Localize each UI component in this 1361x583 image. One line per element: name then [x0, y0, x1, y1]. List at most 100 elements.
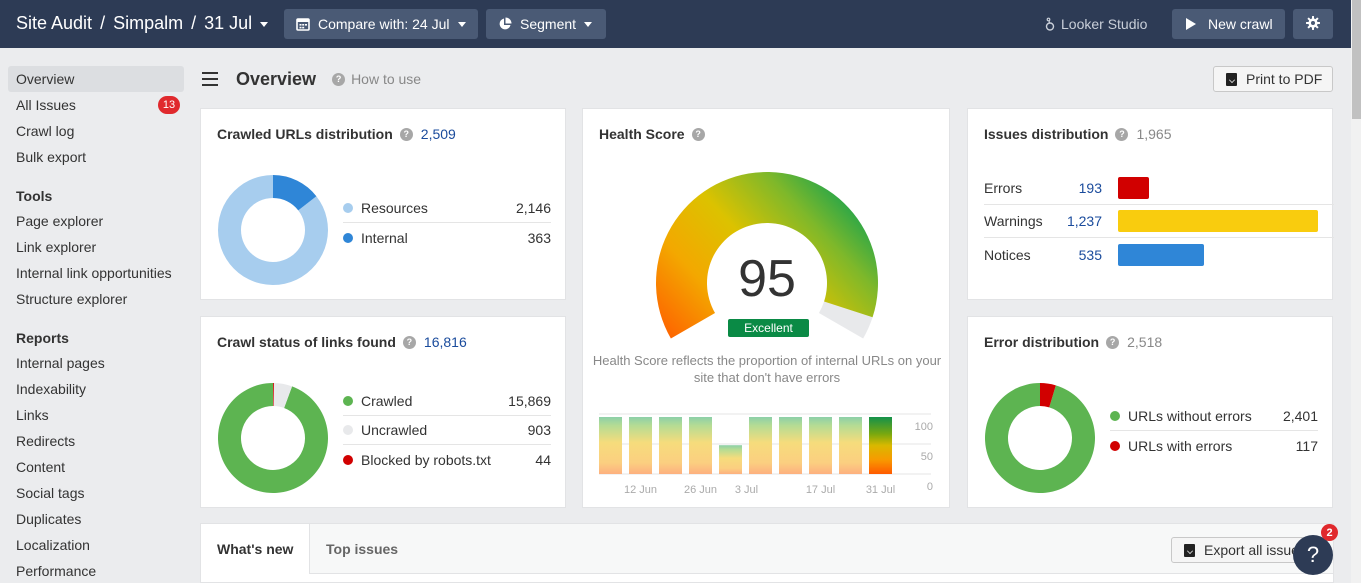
sidebar-item-content[interactable]: Content: [8, 454, 184, 480]
history-bar[interactable]: [659, 417, 682, 474]
breadcrumb-separator: /: [100, 13, 106, 33]
issues-value[interactable]: 1,237: [1048, 213, 1102, 229]
info-icon[interactable]: ?: [1115, 127, 1129, 141]
history-bar[interactable]: [869, 417, 892, 474]
compare-with-button[interactable]: Compare with: 24 Jul: [284, 9, 478, 39]
sidebar-item-label: Page explorer: [16, 213, 104, 229]
legend-dot: [1110, 440, 1120, 451]
sidebar-item-label: Localization: [16, 537, 90, 553]
sidebar-item-internal-pages[interactable]: Internal pages: [8, 350, 184, 376]
play-icon: [1186, 18, 1196, 30]
sidebar-item-link-explorer[interactable]: Link explorer: [8, 234, 184, 260]
sidebar-item-redirects[interactable]: Redirects: [8, 428, 184, 454]
history-bar[interactable]: [749, 417, 772, 474]
legend-label: Blocked by robots.txt: [361, 451, 491, 468]
new-crawl-label: New crawl: [1208, 16, 1273, 32]
sidebar-item-label: Structure explorer: [16, 291, 128, 307]
history-bar[interactable]: [689, 417, 712, 474]
card-title: Crawled URLs distribution? 2,509: [217, 126, 456, 142]
error-distribution-card: Error distribution? 2,518 URLs without er…: [967, 316, 1333, 508]
issues-value[interactable]: 193: [1048, 180, 1102, 196]
sidebar-item-label: Link explorer: [16, 239, 97, 255]
page-header: Overview ? How to use: [200, 64, 421, 94]
segment-button[interactable]: Segment: [486, 9, 606, 39]
page-scrollbar[interactable]: [1351, 0, 1361, 583]
sidebar-item-bulk-export[interactable]: Bulk export: [8, 144, 184, 170]
legend-dot: [343, 203, 353, 213]
issues-bar-errors: [1118, 177, 1150, 199]
info-icon[interactable]: ?: [399, 127, 413, 141]
new-crawl-button[interactable]: New crawl: [1172, 9, 1285, 39]
legend-row-resources[interactable]: Resources 2,146: [343, 194, 551, 223]
sidebar-heading-reports: Reports: [16, 330, 69, 346]
sidebar-item-localization[interactable]: Localization: [8, 532, 184, 558]
sidebar-item-indexability[interactable]: Indexability: [8, 376, 184, 402]
looker-studio-link[interactable]: Looker Studio: [1045, 16, 1147, 34]
settings-button[interactable]: [1293, 9, 1333, 39]
history-bar[interactable]: [779, 417, 802, 474]
y-tick-label: 100: [915, 421, 933, 433]
health-rating-badge: Excellent: [728, 319, 809, 337]
crawled-urls-total[interactable]: 2,509: [421, 126, 456, 142]
history-bar[interactable]: [719, 445, 742, 474]
sidebar-item-crawl-log[interactable]: Crawl log: [8, 118, 184, 144]
sidebar-item-overview[interactable]: Overview: [8, 66, 184, 92]
chevron-down-icon: [584, 21, 593, 27]
issues-row-notices[interactable]: Notices 535: [984, 238, 1334, 271]
looker-icon: [1045, 17, 1055, 34]
legend-row-urls-without-errors[interactable]: URLs without errors 2,401: [1110, 402, 1318, 431]
legend-row-uncrawled[interactable]: Uncrawled 903: [343, 416, 551, 445]
legend-row-internal[interactable]: Internal 363: [343, 223, 551, 252]
tab-whats-new[interactable]: What's new: [217, 541, 293, 557]
top-bar: Site Audit / Simpalm / 31 Jul Compare with: …: [0, 0, 1351, 48]
scrollbar-thumb[interactable]: [1352, 0, 1361, 119]
sidebar-item-duplicates[interactable]: Duplicates: [8, 506, 184, 532]
error-distribution-legend: URLs without errors 2,401 URLs with error…: [1110, 402, 1318, 460]
how-to-use-link[interactable]: ? How to use: [332, 71, 421, 87]
breadcrumb-site-audit[interactable]: Site Audit: [16, 13, 92, 33]
sidebar-item-performance[interactable]: Performance: [8, 558, 184, 583]
crawl-status-card: Crawl status of links found? 16,816 Crawl…: [200, 316, 566, 508]
sidebar-item-structure-explorer[interactable]: Structure explorer: [8, 286, 184, 312]
info-icon[interactable]: ?: [1106, 335, 1120, 349]
breadcrumb-project[interactable]: Simpalm: [113, 13, 183, 33]
sidebar-item-label: Links: [16, 407, 49, 423]
x-tick-label: 17 Jul: [806, 484, 835, 496]
sidebar-item-social-tags[interactable]: Social tags: [8, 480, 184, 506]
calendar-icon: [296, 17, 310, 31]
sidebar-item-all-issues[interactable]: All Issues 13: [8, 92, 184, 118]
health-score-description: Health Score reflects the proportion of …: [592, 353, 942, 385]
sidebar-item-internal-link-opportunities[interactable]: Internal link opportunities: [8, 260, 184, 286]
card-title: Crawl status of links found? 16,816: [217, 334, 467, 350]
menu-toggle-icon[interactable]: [202, 72, 218, 86]
help-circle-icon: ?: [332, 72, 346, 86]
crawl-status-total[interactable]: 16,816: [424, 334, 467, 350]
legend-row-urls-with-errors[interactable]: URLs with errors 117: [1110, 431, 1318, 460]
issues-row-errors[interactable]: Errors 193: [984, 172, 1334, 205]
health-score-value: 95: [738, 250, 796, 308]
history-bar[interactable]: [809, 417, 832, 474]
legend-dot: [1110, 411, 1120, 421]
crawl-date-dropdown[interactable]: 31 Jul: [204, 13, 269, 33]
crawl-status-legend: Crawled 15,869 Uncrawled 903 Blocked by ro…: [343, 387, 551, 474]
history-bar[interactable]: [599, 417, 622, 474]
info-icon[interactable]: ?: [402, 335, 416, 349]
tab-top-issues[interactable]: Top issues: [326, 541, 398, 557]
sidebar-item-label: Internal link opportunities: [16, 265, 172, 281]
print-to-pdf-button[interactable]: Print to PDF: [1213, 66, 1333, 92]
legend-dot: [343, 232, 353, 243]
legend-value: 903: [527, 422, 551, 438]
sidebar-item-page-explorer[interactable]: Page explorer: [8, 208, 184, 234]
issues-row-warnings[interactable]: Warnings 1,237: [984, 205, 1334, 238]
sidebar-item-links[interactable]: Links: [8, 402, 184, 428]
legend-row-crawled[interactable]: Crawled 15,869: [343, 387, 551, 416]
segment-label: Segment: [520, 16, 577, 32]
help-chat-button[interactable]: ?: [1293, 535, 1333, 575]
sidebar-item-label: Duplicates: [16, 511, 82, 527]
history-bar[interactable]: [629, 417, 652, 474]
legend-row-blocked[interactable]: Blocked by robots.txt 44: [343, 445, 551, 474]
issues-value[interactable]: 535: [1048, 247, 1102, 263]
history-bar[interactable]: [839, 417, 862, 474]
legend-label: URLs without errors: [1128, 408, 1252, 424]
crawled-urls-card: Crawled URLs distribution? 2,509 Resource…: [200, 108, 566, 300]
